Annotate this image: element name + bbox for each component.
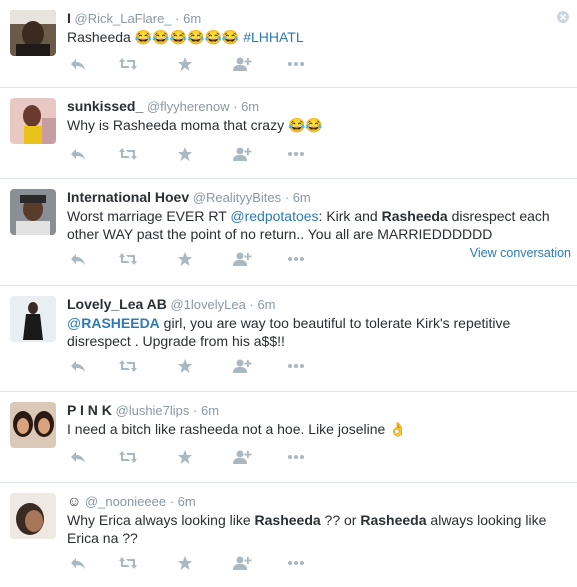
favorite-icon[interactable] (174, 146, 196, 162)
tweet-fullname[interactable]: sunkissed_ (67, 98, 143, 114)
tweet-username[interactable]: @RealityyBites (193, 190, 281, 205)
avatar[interactable] (10, 189, 56, 235)
more-icon[interactable] (285, 358, 307, 374)
follow-icon[interactable] (231, 146, 253, 162)
reply-icon[interactable] (67, 56, 89, 72)
tweet-username[interactable]: @Rick_LaFlare_ (75, 11, 172, 26)
tweet-fullname[interactable]: I (67, 10, 71, 26)
highlight-term: Rasheeda (381, 208, 448, 224)
tweet-header: I @Rick_LaFlare_ · 6m (67, 10, 201, 27)
mention-prefix: @ (67, 315, 82, 331)
tweet[interactable]: ☺ @_noonieeee · 6m Why Erica always look… (0, 483, 577, 587)
follow-icon[interactable] (231, 251, 253, 267)
tweet-header: International Hoev @RealityyBites · 6m (67, 189, 311, 206)
mention-link[interactable]: @RASHEEDA (67, 315, 160, 331)
tweet-text: Why Erica always looking like Rasheeda ?… (67, 511, 567, 547)
dismiss-icon[interactable] (557, 11, 569, 23)
tweet[interactable]: I @Rick_LaFlare_ · 6m Rasheeda 😂😂😂😂😂😂 #L… (0, 0, 577, 88)
retweet-icon[interactable] (117, 251, 139, 267)
tweet-text-part: : Kirk and (318, 208, 382, 224)
more-icon[interactable] (285, 146, 307, 162)
favorite-icon[interactable] (174, 555, 196, 571)
tweet-text-part: Why Erica always looking like (67, 512, 255, 528)
tweet-username[interactable]: @flyyherenow (147, 99, 230, 114)
tweet-fullname[interactable]: International Hoev (67, 189, 189, 205)
tweet-time[interactable]: 6m (257, 297, 275, 312)
separator: · (175, 11, 180, 26)
tweet-time[interactable]: 6m (201, 403, 219, 418)
avatar[interactable] (10, 493, 56, 539)
tweet-username[interactable]: @_noonieeee (85, 494, 166, 509)
avatar[interactable] (10, 10, 56, 56)
reply-icon[interactable] (67, 146, 89, 162)
tweet-fullname[interactable]: ☺ (67, 493, 81, 509)
tweet-time[interactable]: 6m (183, 11, 201, 26)
mention-name: RASHEEDA (81, 315, 160, 331)
separator: · (284, 190, 290, 205)
tweet-text: Rasheeda 😂😂😂😂😂😂 #LHHATL (67, 28, 567, 46)
tweet-text: I need a bitch like rasheeda not a hoe. … (67, 421, 407, 437)
view-conversation-link[interactable]: View conversation (470, 246, 571, 260)
tweet-username[interactable]: @lushie7lips (116, 403, 190, 418)
retweet-icon[interactable] (117, 56, 139, 72)
tweet-header: P I N K @lushie7lips · 6m (67, 402, 219, 419)
tweet-text: Why is Rasheeda moma that crazy 😂😂 (67, 117, 323, 133)
mention-link[interactable]: @redpotatoes (230, 208, 318, 224)
tweet[interactable]: Lovely_Lea AB @1lovelyLea · 6m @RASHEEDA… (0, 286, 577, 392)
tweet-text: @RASHEEDA girl, you are way too beautifu… (67, 314, 567, 350)
reply-icon[interactable] (67, 555, 89, 571)
reply-icon[interactable] (67, 358, 89, 374)
tweet-username[interactable]: @1lovelyLea (170, 297, 245, 312)
separator: · (169, 494, 175, 509)
separator: · (233, 99, 238, 114)
tweet-header: sunkissed_ @flyyherenow · 6m (67, 98, 259, 115)
tweet-time[interactable]: 6m (178, 494, 196, 509)
tweet-text-part: Worst marriage EVER RT (67, 208, 231, 224)
favorite-icon[interactable] (174, 56, 196, 72)
avatar[interactable] (10, 98, 56, 144)
more-icon[interactable] (285, 555, 307, 571)
follow-icon[interactable] (231, 56, 253, 72)
highlight-term: Rasheeda (254, 512, 321, 528)
tweet-time[interactable]: 6m (241, 99, 259, 114)
tweet-fullname[interactable]: P I N K (67, 402, 112, 418)
reply-icon[interactable] (67, 449, 89, 465)
more-icon[interactable] (285, 56, 307, 72)
more-icon[interactable] (285, 449, 307, 465)
retweet-icon[interactable] (117, 146, 139, 162)
avatar[interactable] (10, 402, 56, 448)
tweet[interactable]: P I N K @lushie7lips · 6m I need a bitch… (0, 392, 577, 483)
tweet-text-part: ?? or (320, 512, 361, 528)
more-icon[interactable] (285, 251, 307, 267)
hashtag-link[interactable]: #LHHATL (243, 29, 303, 45)
retweet-icon[interactable] (117, 449, 139, 465)
favorite-icon[interactable] (174, 358, 196, 374)
tweet-header: ☺ @_noonieeee · 6m (67, 493, 196, 510)
tweet-text-part: Rasheeda 😂😂😂😂😂😂 (67, 29, 244, 45)
tweet-feed: I @Rick_LaFlare_ · 6m Rasheeda 😂😂😂😂😂😂 #L… (0, 0, 577, 587)
tweet-time[interactable]: 6m (293, 190, 311, 205)
tweet-text: Worst marriage EVER RT @redpotatoes: Kir… (67, 207, 567, 243)
separator: · (249, 297, 254, 312)
tweet-header: Lovely_Lea AB @1lovelyLea · 6m (67, 296, 276, 313)
highlight-term: Rasheeda (360, 512, 427, 528)
separator: · (193, 403, 198, 418)
avatar[interactable] (10, 296, 56, 342)
tweet[interactable]: International Hoev @RealityyBites · 6m W… (0, 179, 577, 286)
follow-icon[interactable] (231, 555, 253, 571)
tweet[interactable]: sunkissed_ @flyyherenow · 6m Why is Rash… (0, 88, 577, 179)
follow-icon[interactable] (231, 449, 253, 465)
follow-icon[interactable] (231, 358, 253, 374)
retweet-icon[interactable] (117, 555, 139, 571)
retweet-icon[interactable] (117, 358, 139, 374)
tweet-fullname[interactable]: Lovely_Lea AB (67, 296, 167, 312)
favorite-icon[interactable] (174, 251, 196, 267)
reply-icon[interactable] (67, 251, 89, 267)
favorite-icon[interactable] (174, 449, 196, 465)
